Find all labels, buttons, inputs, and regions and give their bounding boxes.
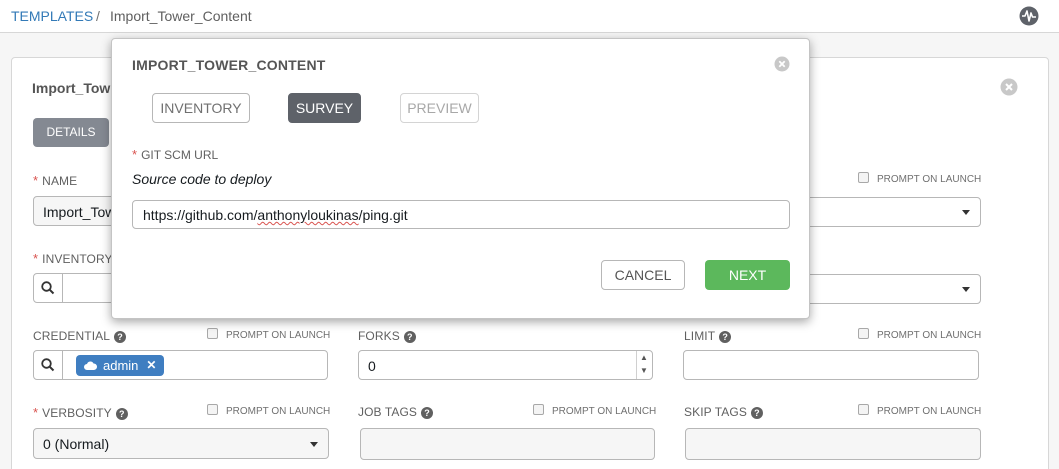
launch-modal: IMPORT_TOWER_CONTENT INVENTORY SURVEY PR… (111, 38, 810, 319)
forks-field[interactable]: 0 ▲ ▼ (358, 350, 653, 380)
job-tags-label: JOB TAGS? (358, 405, 434, 419)
inventory-label: * INVENTORY (33, 251, 113, 266)
cloud-icon (84, 361, 97, 370)
credential-label: CREDENTIAL? (33, 329, 127, 343)
row2-select[interactable] (802, 274, 981, 304)
git-scm-url-label: * GIT SCM URL (132, 147, 219, 162)
job-tags-field[interactable] (360, 428, 655, 460)
name-field-value: Import_Tow (43, 204, 116, 220)
forks-value: 0 (368, 358, 376, 374)
modal-title: IMPORT_TOWER_CONTENT (132, 57, 326, 73)
prompt-on-launch-job-tags[interactable]: PROMPT ON LAUNCH (533, 404, 656, 417)
help-icon: ? (403, 331, 416, 343)
prompt-on-launch-skip-tags[interactable]: PROMPT ON LAUNCH (858, 404, 981, 417)
help-icon: ? (115, 408, 128, 420)
panel-title: Import_Tow (32, 80, 111, 96)
skip-tags-label: SKIP TAGS? (684, 405, 763, 419)
tab-inventory[interactable]: INVENTORY (152, 93, 250, 123)
caret-down-icon (962, 287, 970, 292)
row1-select[interactable] (802, 197, 981, 227)
search-icon[interactable] (34, 351, 63, 379)
caret-down-icon (962, 210, 970, 215)
limit-field[interactable] (683, 350, 979, 380)
forks-stepper[interactable]: ▲ ▼ (636, 351, 652, 379)
credential-chip-label: admin (103, 358, 139, 373)
close-icon[interactable] (774, 56, 790, 72)
git-scm-url-input[interactable]: https://github.com/anthonyloukinas/ping.… (132, 200, 790, 229)
tab-details[interactable]: DETAILS (33, 118, 109, 147)
git-scm-url-value: https://github.com/anthonyloukinas/ping.… (143, 207, 408, 223)
name-label: * NAME (33, 173, 78, 188)
activity-icon[interactable] (1019, 6, 1039, 26)
verbosity-value: 0 (Normal) (43, 436, 110, 452)
forks-label: FORKS? (358, 329, 416, 343)
tab-survey[interactable]: SURVEY (288, 93, 361, 123)
help-icon: ? (719, 331, 732, 343)
help-icon: ? (421, 407, 434, 419)
search-icon[interactable] (34, 274, 63, 302)
cancel-button[interactable]: CANCEL (601, 260, 685, 290)
breadcrumb-separator: / (96, 8, 100, 24)
skip-tags-field[interactable] (685, 428, 981, 460)
help-icon: ? (114, 331, 127, 343)
verbosity-label: * VERBOSITY? (33, 405, 128, 420)
breadcrumb-current: Import_Tower_Content (110, 8, 252, 24)
question-description: Source code to deploy (132, 171, 272, 187)
limit-label: LIMIT? (684, 329, 732, 343)
remove-chip-icon[interactable]: ✕ (146, 355, 156, 376)
top-bar: TEMPLATES / Import_Tower_Content (0, 0, 1059, 33)
close-icon[interactable] (1000, 78, 1018, 96)
prompt-on-launch-credential[interactable]: PROMPT ON LAUNCH (207, 328, 330, 341)
next-button[interactable]: NEXT (705, 260, 790, 290)
prompt-on-launch-verbosity[interactable]: PROMPT ON LAUNCH (207, 404, 330, 417)
caret-down-icon (310, 442, 318, 447)
help-icon: ? (750, 407, 763, 419)
prompt-on-launch-row1[interactable]: PROMPT ON LAUNCH (858, 172, 981, 185)
tab-preview[interactable]: PREVIEW (400, 93, 479, 123)
verbosity-select[interactable]: 0 (Normal) (33, 428, 329, 459)
breadcrumb-templates-link[interactable]: TEMPLATES (11, 8, 93, 24)
credential-chip[interactable]: admin ✕ (76, 355, 165, 376)
credential-field[interactable]: admin ✕ (33, 350, 328, 380)
prompt-on-launch-limit[interactable]: PROMPT ON LAUNCH (858, 328, 981, 341)
